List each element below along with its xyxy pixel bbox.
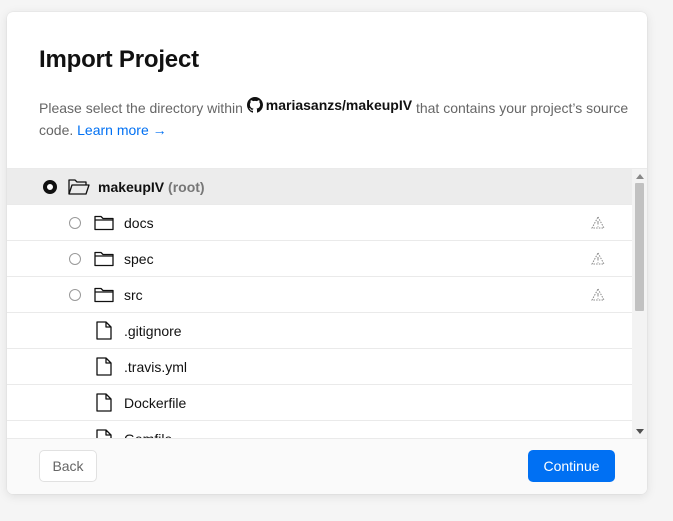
scroll-down-arrow-icon[interactable] [636, 429, 644, 434]
folder-open-icon [68, 178, 90, 195]
folder-label: docs [124, 214, 154, 231]
description-prefix: Please select the directory within [39, 100, 243, 116]
root-suffix: (root) [168, 178, 205, 195]
dialog-description: Please select the directory within maria… [39, 94, 629, 141]
dialog-footer: Back Continue [7, 438, 647, 494]
tree-row-folder[interactable]: docs [7, 205, 632, 241]
tree-scrollbar[interactable] [632, 169, 647, 439]
folder-icon [94, 251, 114, 266]
root-label: makeupIV (root) [98, 179, 205, 195]
repo-name: mariasanzs/makeupIV [265, 97, 413, 113]
scrollbar-thumb[interactable] [635, 183, 644, 311]
tree-row-file: Dockerfile [7, 385, 632, 421]
file-icon [96, 393, 112, 412]
scroll-up-arrow-icon[interactable] [636, 174, 644, 179]
import-project-dialog: Import Project Please select the directo… [7, 12, 647, 494]
tree-row-file: .gitignore [7, 313, 632, 349]
folder-icon [94, 215, 114, 230]
file-icon [96, 357, 112, 376]
folder-label: spec [124, 250, 154, 267]
learn-more-link[interactable]: Learn more → [77, 122, 166, 138]
root-name: makeupIV [98, 178, 165, 195]
repo-reference: mariasanzs/makeupIV [246, 94, 413, 116]
back-button[interactable]: Back [39, 450, 97, 482]
warning-icon [591, 252, 605, 265]
folder-icon [94, 287, 114, 302]
tree-row-root[interactable]: makeupIV (root) [7, 169, 632, 205]
github-icon [246, 97, 263, 113]
root-radio[interactable] [43, 179, 57, 194]
tree-row-file: .travis.yml [7, 349, 632, 385]
file-icon [96, 321, 112, 340]
file-label: Dockerfile [124, 394, 187, 411]
warning-icon [591, 288, 605, 301]
dialog-title: Import Project [39, 46, 199, 73]
file-label: .gitignore [124, 322, 182, 339]
folder-radio[interactable] [69, 288, 81, 301]
continue-button[interactable]: Continue [528, 450, 615, 482]
tree-row-folder[interactable]: spec [7, 241, 632, 277]
folder-label: src [124, 286, 143, 303]
file-label: .travis.yml [124, 358, 187, 375]
folder-radio[interactable] [69, 252, 81, 265]
tree-row-folder[interactable]: src [7, 277, 632, 313]
warning-icon [591, 216, 605, 229]
tree-row-file: Gemfile [7, 421, 632, 439]
folder-radio[interactable] [69, 216, 81, 229]
directory-tree: makeupIV (root) docs spec src .gitignore… [7, 168, 647, 439]
